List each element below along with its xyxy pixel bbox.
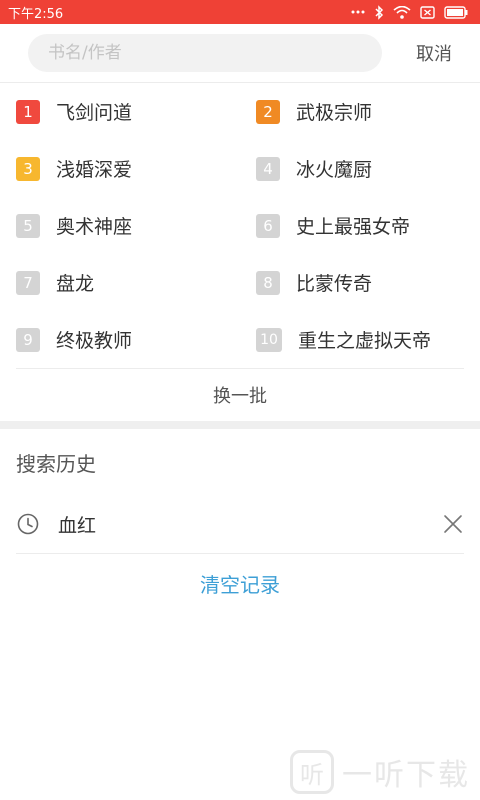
clock-icon	[16, 512, 40, 536]
refresh-button[interactable]: 换一批	[16, 369, 464, 421]
status-time: 下午2:56	[8, 6, 64, 22]
hot-item[interactable]: 9 终极教师	[0, 311, 240, 368]
hot-item[interactable]: 5 奥术神座	[0, 197, 240, 254]
rank-badge: 7	[16, 270, 40, 295]
hot-item-title: 飞剑问道	[56, 102, 133, 124]
rank-badge: 8	[256, 270, 280, 295]
bluetooth-icon	[374, 4, 384, 20]
cancel-button[interactable]: 取消	[416, 40, 464, 66]
rank-badge: 4	[256, 156, 280, 181]
hot-item-title: 终极教师	[56, 330, 133, 352]
hot-item[interactable]: 6 史上最强女帝	[240, 197, 480, 254]
clear-history-button[interactable]: 清空记录	[0, 554, 480, 612]
watermark-logo-icon: 听	[290, 750, 334, 794]
battery-icon	[444, 5, 468, 19]
watermark: 听 一听下载	[290, 750, 470, 794]
rank-badge: 6	[256, 213, 280, 238]
history-item[interactable]: 血红	[0, 495, 480, 553]
more-icon	[351, 10, 365, 14]
hot-item[interactable]: 8 比蒙传奇	[240, 254, 480, 311]
rank-badge: 10	[256, 327, 282, 352]
hot-item-title: 史上最强女帝	[296, 216, 411, 238]
hot-item[interactable]: 10 重生之虚拟天帝	[240, 311, 480, 368]
close-icon[interactable]	[442, 513, 464, 535]
hot-item-title: 武极宗师	[296, 102, 373, 124]
hot-item[interactable]: 3 浅婚深爱	[0, 140, 240, 197]
hot-item-title: 奥术神座	[56, 216, 133, 238]
history-title: 搜索历史	[16, 451, 96, 476]
search-bar: 取消	[0, 24, 480, 82]
rank-badge: 9	[16, 327, 40, 352]
sim-icon	[420, 5, 435, 19]
hot-item-title: 浅婚深爱	[56, 159, 133, 181]
rank-badge: 5	[16, 213, 40, 238]
hot-item-title: 比蒙传奇	[296, 273, 373, 295]
watermark-text: 一听下载	[342, 758, 470, 793]
hot-item-title: 重生之虚拟天帝	[298, 330, 432, 352]
rank-badge: 3	[16, 156, 40, 181]
rank-badge: 1	[16, 99, 40, 124]
status-icons	[351, 4, 468, 20]
history-item-text: 血红	[58, 514, 97, 537]
section-gap	[0, 421, 480, 429]
hot-search-list: 1 飞剑问道 2 武极宗师 3 浅婚深爱 4 冰火魔厨 5 奥术神座 6 史上最…	[0, 83, 480, 368]
status-bar: 下午2:56	[0, 0, 480, 24]
search-input[interactable]	[28, 34, 382, 72]
hot-item[interactable]: 4 冰火魔厨	[240, 140, 480, 197]
hot-item[interactable]: 7 盘龙	[0, 254, 240, 311]
hot-item-title: 冰火魔厨	[296, 159, 373, 181]
refresh-section: 换一批	[0, 368, 480, 421]
hot-item-title: 盘龙	[56, 273, 95, 295]
rank-badge: 2	[256, 99, 280, 124]
hot-item[interactable]: 1 飞剑问道	[0, 83, 240, 140]
hot-item[interactable]: 2 武极宗师	[240, 83, 480, 140]
wifi-icon	[393, 5, 411, 19]
